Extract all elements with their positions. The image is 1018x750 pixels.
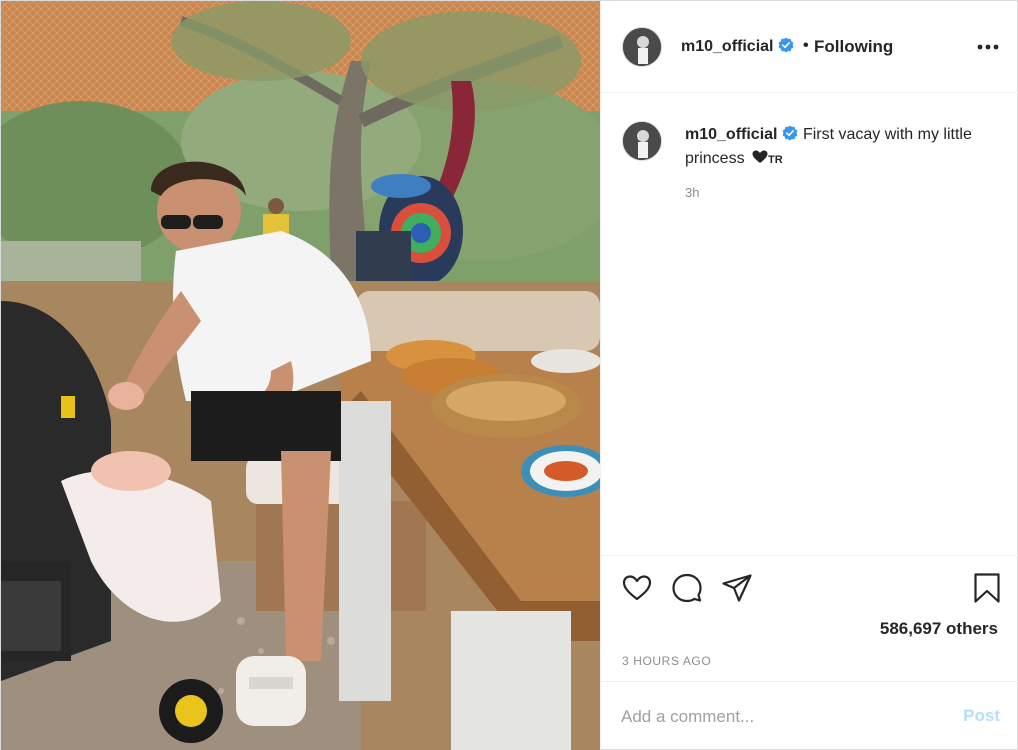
heart-icon[interactable] <box>621 572 653 604</box>
author-avatar[interactable] <box>622 27 662 67</box>
avatar-image <box>623 28 661 66</box>
comment-bubble-icon[interactable] <box>671 572 703 604</box>
flag-tr-label: TR <box>768 154 783 166</box>
post-actions: 586,697 others 3 HOURS AGO <box>601 555 1018 681</box>
black-heart-icon <box>752 150 768 163</box>
paper-plane-icon[interactable] <box>721 572 753 604</box>
verified-badge-icon <box>779 37 794 53</box>
comment-form: Post <box>601 681 1018 750</box>
avatar-image <box>623 122 661 160</box>
separator-dot: • <box>803 37 809 54</box>
bookmark-icon[interactable] <box>971 572 1003 604</box>
posted-time[interactable]: 3 HOURS AGO <box>622 654 711 668</box>
caption-text: m10_official First vacay with my little … <box>685 123 985 172</box>
author-username[interactable]: m10_official <box>681 37 794 56</box>
post-sidebar: m10_official • Following m10_official Fi… <box>600 1 1018 750</box>
more-options-icon[interactable] <box>973 35 1003 59</box>
more-dots-icon <box>977 44 999 50</box>
caption-avatar[interactable] <box>622 121 662 161</box>
likes-count[interactable]: 586,697 others <box>880 619 998 639</box>
post-comment-button[interactable]: Post <box>963 706 1000 726</box>
photo-illustration <box>1 1 600 750</box>
verified-badge-icon <box>783 125 798 141</box>
post-header: m10_official • Following <box>601 1 1018 93</box>
caption-time[interactable]: 3h <box>685 185 699 200</box>
author-username-text[interactable]: m10_official <box>681 38 773 55</box>
post-photo[interactable] <box>1 1 600 750</box>
caption-username[interactable]: m10_official <box>685 126 777 143</box>
comment-input[interactable] <box>621 704 941 730</box>
instagram-post: m10_official • Following m10_official Fi… <box>0 0 1018 750</box>
following-button[interactable]: Following <box>814 37 893 57</box>
